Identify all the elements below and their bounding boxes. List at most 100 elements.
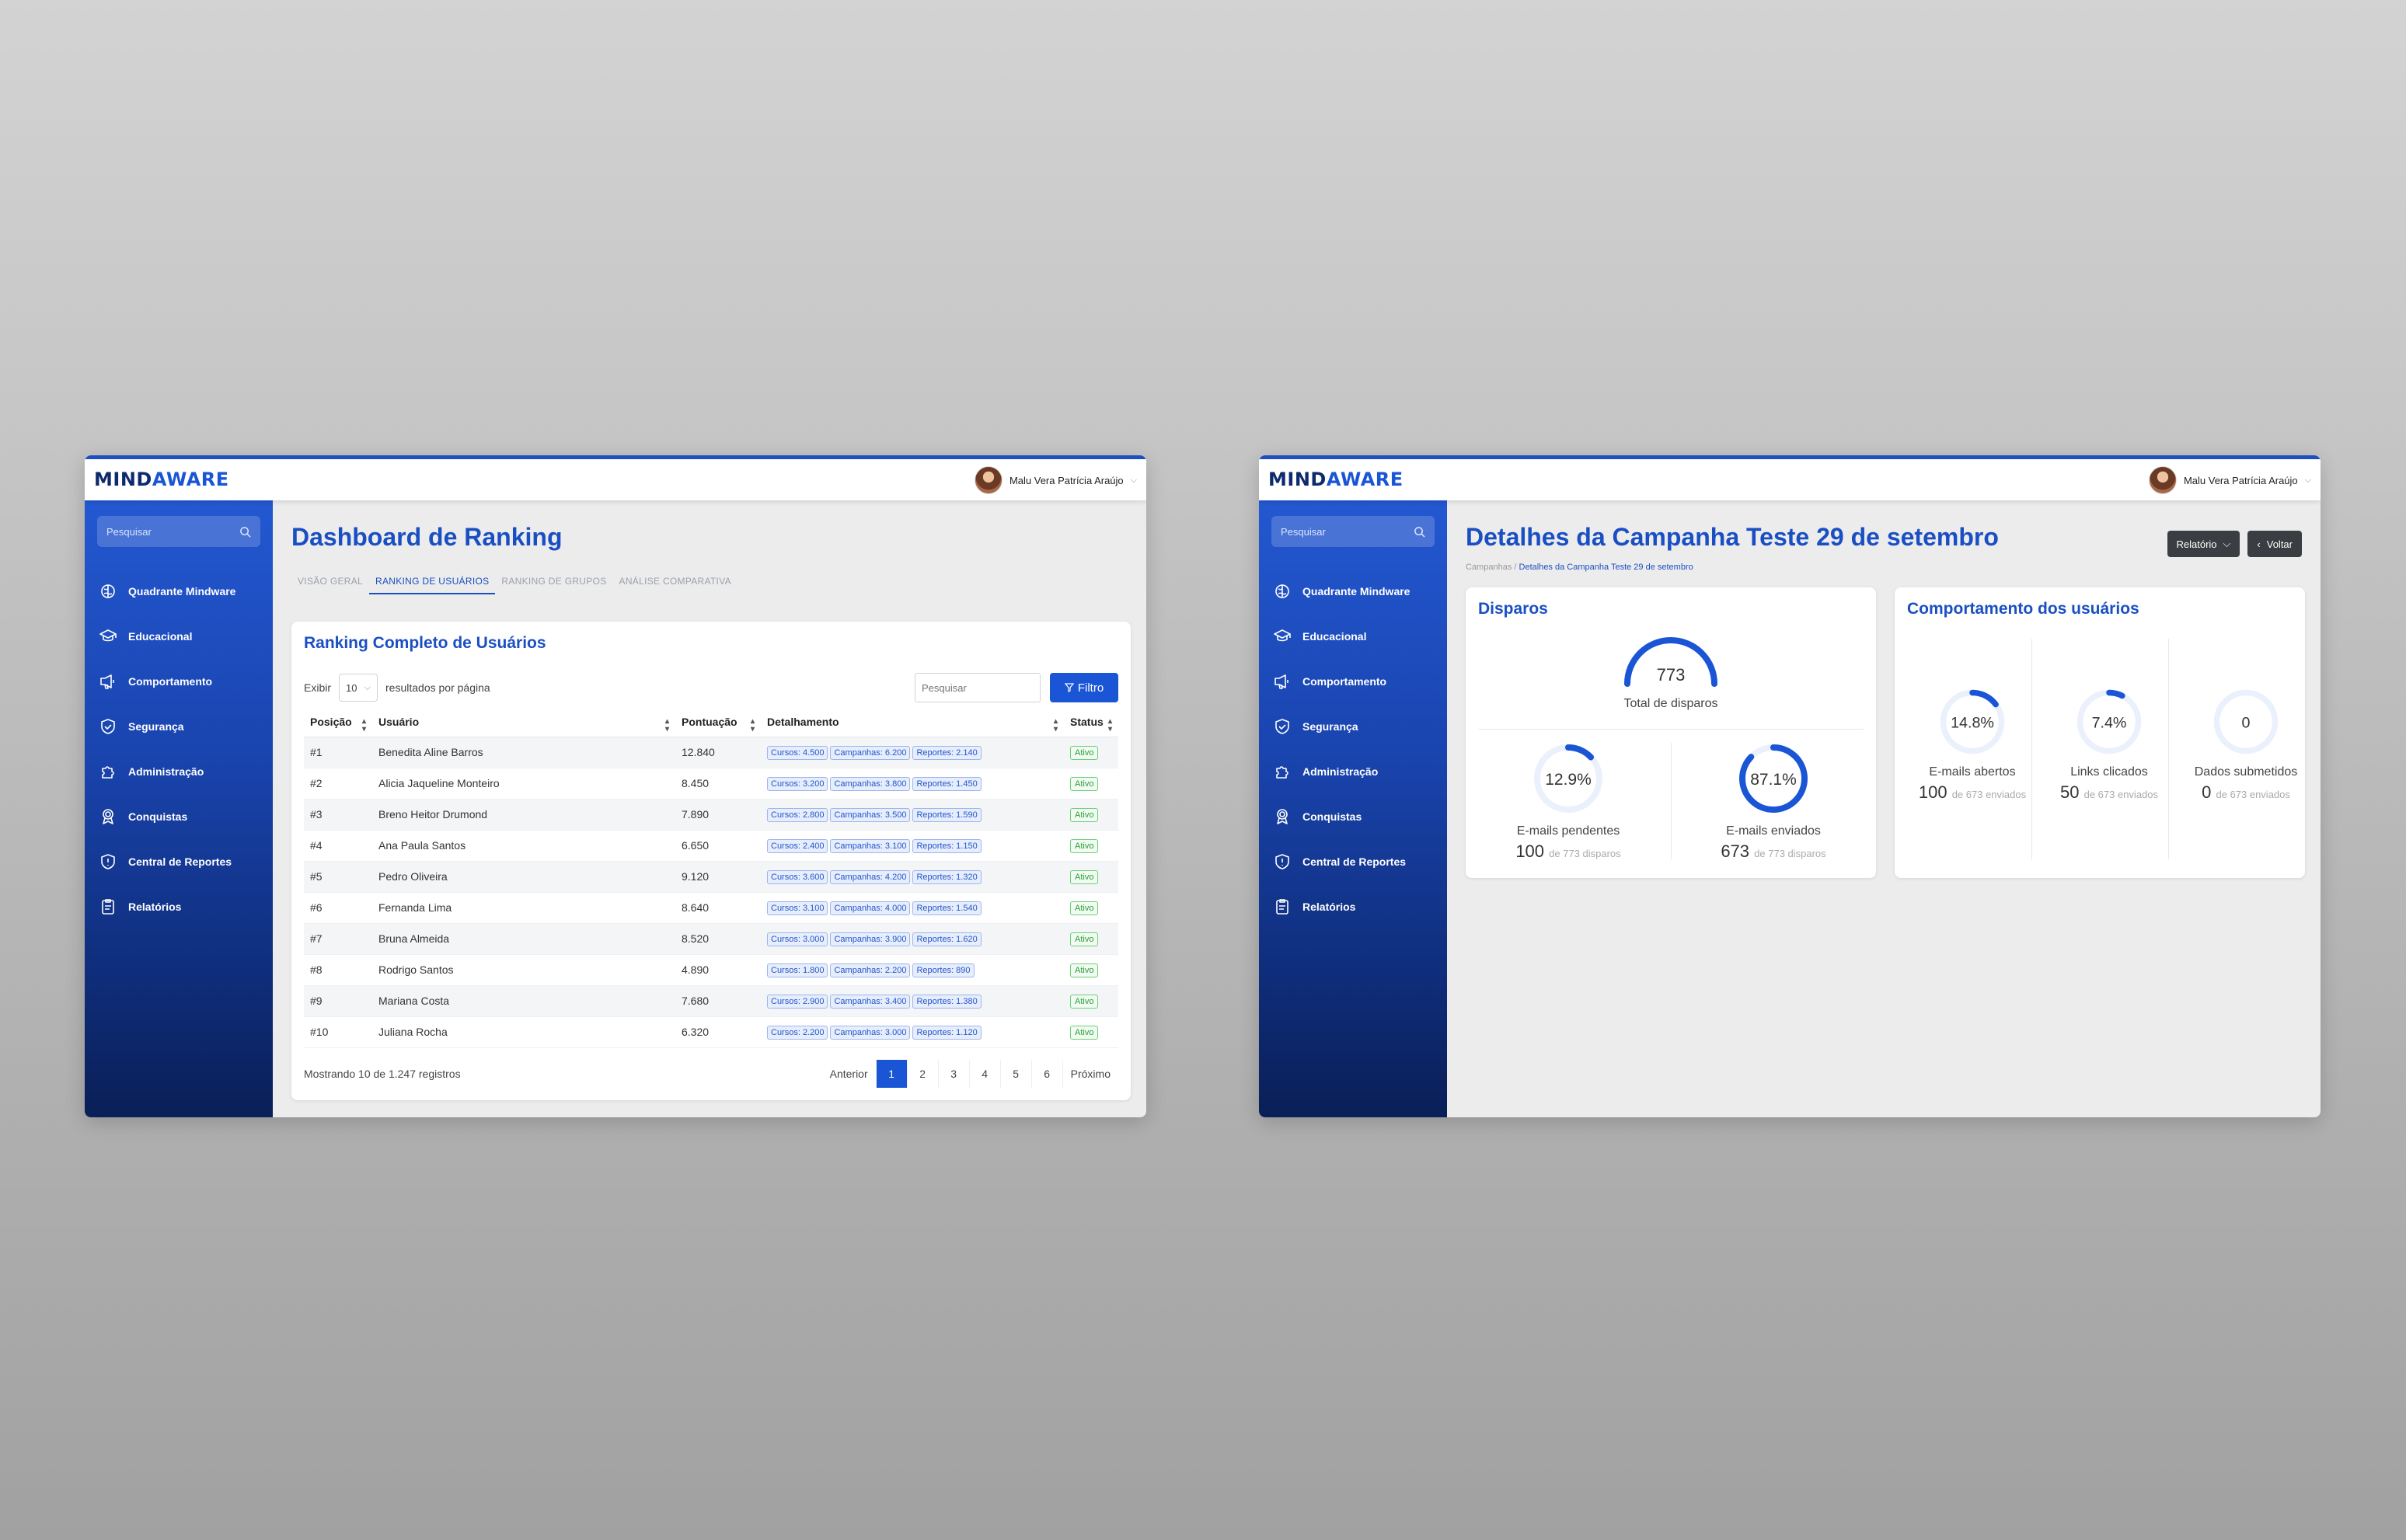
table-row[interactable]: #10 Juliana Rocha 6.320 Cursos: 2.200 Campan… <box>304 1016 1118 1048</box>
top-bar: MINDAWARE Malu Vera Patrícia Araújo ⌵ <box>1259 455 2321 500</box>
table-row[interactable]: #1 Benedita Aline Barros 12.840 Cursos: 4.5… <box>304 737 1118 768</box>
tab-ranking-grupos[interactable]: RANKING DE GRUPOS <box>495 576 612 594</box>
card-title: Disparos <box>1478 600 1548 618</box>
sidebar-item-6[interactable]: Central de Reportes <box>1271 839 1435 884</box>
chip-campanhas: Campanhas: 3.900 <box>830 932 911 946</box>
sidebar-item-label: Educacional <box>1302 630 1367 643</box>
table-row[interactable]: #4 Ana Paula Santos 6.650 Cursos: 2.400 Camp… <box>304 830 1118 862</box>
ranking-card: Ranking Completo de Usuários Exibir 10 ⌵ … <box>291 622 1131 1100</box>
page-title: Detalhes da Campanha Teste 29 de setembr… <box>1466 523 1999 551</box>
sidebar-item-label: Relatórios <box>128 901 182 913</box>
sidebar-search[interactable]: Pesquisar <box>97 516 260 547</box>
metric-count: 0 de 673 enviados <box>2202 782 2290 802</box>
breadcrumb-root[interactable]: Campanhas <box>1466 563 1512 572</box>
mindaware-logo[interactable]: MINDAWARE <box>94 469 229 490</box>
card-title: Ranking Completo de Usuários <box>304 634 546 652</box>
cell-details: Cursos: 3.000 Campanhas: 3.900 Reportes: 1… <box>761 923 1064 955</box>
table-row[interactable]: #2 Alicia Jaqueline Monteiro 8.450 Cursos: … <box>304 768 1118 800</box>
pager-page-6[interactable]: 6 <box>1032 1060 1063 1088</box>
sidebar-item-1[interactable]: Educacional <box>1271 614 1435 659</box>
gauge-arc: 773 <box>1624 637 1717 687</box>
cell-position: #10 <box>304 1016 372 1048</box>
mindaware-logo[interactable]: MINDAWARE <box>1268 469 1404 490</box>
table-row[interactable]: #6 Fernanda Lima 8.640 Cursos: 3.100 Campanh… <box>304 892 1118 924</box>
sidebar-item-2[interactable]: Comportamento <box>1271 659 1435 704</box>
col-status[interactable]: Status ▴ ▾ <box>1064 713 1118 737</box>
search-icon <box>1414 526 1425 538</box>
chip-reportes: Reportes: 1.150 <box>912 838 982 853</box>
table-row[interactable]: #5 Pedro Oliveira 9.120 Cursos: 3.600 Campan… <box>304 861 1118 893</box>
cell-user: Mariana Costa <box>372 985 675 1017</box>
table-row[interactable]: #9 Mariana Costa 7.680 Cursos: 2.900 Campanh… <box>304 985 1118 1017</box>
main-content: Detalhes da Campanha Teste 29 de setembr… <box>1447 500 2321 1117</box>
chip-reportes: Reportes: 1.620 <box>912 932 982 946</box>
cell-details: Cursos: 4.500 Campanhas: 6.200 Reportes: 2… <box>761 737 1064 768</box>
cell-score: 8.450 <box>675 768 761 800</box>
col-pontuacao[interactable]: Pontuação ▴ ▾ <box>675 713 761 737</box>
table-row[interactable]: #8 Rodrigo Santos 4.890 Cursos: 1.800 Campan… <box>304 954 1118 986</box>
sidebar-search[interactable]: Pesquisar <box>1271 516 1435 547</box>
tab-ranking-usuarios[interactable]: RANKING DE USUÁRIOS <box>369 576 496 594</box>
table-row[interactable]: #7 Bruna Almeida 8.520 Cursos: 3.000 Campanh… <box>304 923 1118 955</box>
pager-page-2[interactable]: 2 <box>908 1060 939 1088</box>
sent-ring: 87.1% <box>1739 744 1808 813</box>
sent-metric: 87.1% E-mails enviados 673 de 773 dispar… <box>1696 741 1851 862</box>
metric-count: 50 de 673 enviados <box>2059 782 2159 802</box>
cell-status: Ativo <box>1064 830 1118 862</box>
status-badge: Ativo <box>1070 932 1099 946</box>
gauge-value: 773 <box>1657 665 1686 685</box>
chip-reportes: Reportes: 1.380 <box>912 994 982 1009</box>
pager-next[interactable]: Próximo <box>1063 1060 1118 1088</box>
sidebar-item-2[interactable]: Comportamento <box>97 659 260 704</box>
sort-icon: ▴ ▾ <box>664 717 669 734</box>
col-usuario[interactable]: Usuário ▴ ▾ <box>372 713 675 737</box>
sidebar-item-1[interactable]: Educacional <box>97 614 260 659</box>
status-badge: Ativo <box>1070 807 1099 822</box>
sidebar-item-0[interactable]: Quadrante Mindware <box>1271 569 1435 614</box>
show-label: Exibir <box>304 681 332 694</box>
chip-reportes: Reportes: 2.140 <box>912 745 982 760</box>
cell-score: 9.120 <box>675 861 761 893</box>
sidebar-item-3[interactable]: Segurança <box>1271 704 1435 749</box>
chip-reportes: Reportes: 1.120 <box>912 1025 982 1040</box>
sidebar-item-4[interactable]: Administração <box>97 749 260 794</box>
cell-details: Cursos: 2.900 Campanhas: 3.400 Reportes: 1… <box>761 985 1064 1017</box>
pager-page-5[interactable]: 5 <box>1001 1060 1032 1088</box>
cell-position: #4 <box>304 830 372 862</box>
pager-page-3[interactable]: 3 <box>939 1060 970 1088</box>
tab-analise-comparativa[interactable]: ANÁLISE COMPARATIVA <box>613 576 737 594</box>
ranking-window: MINDAWARE Malu Vera Patrícia Araújo ⌵ Pe… <box>85 455 1146 1117</box>
back-button[interactable]: ‹ Voltar <box>2247 531 2302 557</box>
sidebar-item-6[interactable]: Central de Reportes <box>97 839 260 884</box>
shield-alert-icon <box>1275 854 1289 869</box>
svg-text:12.9%: 12.9% <box>1545 771 1592 789</box>
filter-button[interactable]: Filtro <box>1050 673 1118 702</box>
status-badge: Ativo <box>1070 838 1099 853</box>
metric-label: Links clicados <box>2070 765 2148 779</box>
cell-score: 8.640 <box>675 892 761 924</box>
col-detalhamento[interactable]: Detalhamento ▴ ▾ <box>761 713 1064 737</box>
table-row[interactable]: #3 Breno Heitor Drumond 7.890 Cursos: 2.800… <box>304 799 1118 831</box>
sidebar-item-3[interactable]: Segurança <box>97 704 260 749</box>
behavior-ring: 14.8% <box>1940 689 2005 754</box>
sidebar-item-5[interactable]: Conquistas <box>97 794 260 839</box>
sidebar-item-0[interactable]: Quadrante Mindware <box>97 569 260 614</box>
user-menu[interactable]: Malu Vera Patrícia Araújo ⌵ <box>974 465 1137 495</box>
cell-details: Cursos: 3.100 Campanhas: 4.000 Reportes: 1… <box>761 892 1064 924</box>
sidebar-item-5[interactable]: Conquistas <box>1271 794 1435 839</box>
sidebar-item-7[interactable]: Relatórios <box>1271 884 1435 929</box>
cell-position: #5 <box>304 861 372 893</box>
pager-page-4[interactable]: 4 <box>970 1060 1001 1088</box>
user-menu[interactable]: Malu Vera Patrícia Araújo ⌵ <box>2148 465 2311 495</box>
metric-label: Dados submetidos <box>2194 765 2298 779</box>
sidebar-item-7[interactable]: Relatórios <box>97 884 260 929</box>
cell-user: Pedro Oliveira <box>372 861 675 893</box>
page-size-select[interactable]: 10 ⌵ <box>339 674 378 702</box>
tab-visao-geral[interactable]: VISÃO GERAL <box>291 576 369 594</box>
search-input[interactable] <box>915 673 1041 702</box>
col-posicao[interactable]: Posição ▴ ▾ <box>304 713 372 737</box>
sidebar-item-4[interactable]: Administração <box>1271 749 1435 794</box>
pager-prev[interactable]: Anterior <box>822 1060 877 1088</box>
pager-page-1[interactable]: 1 <box>876 1060 908 1088</box>
report-button[interactable]: Relatório ⌵ <box>2167 531 2240 557</box>
